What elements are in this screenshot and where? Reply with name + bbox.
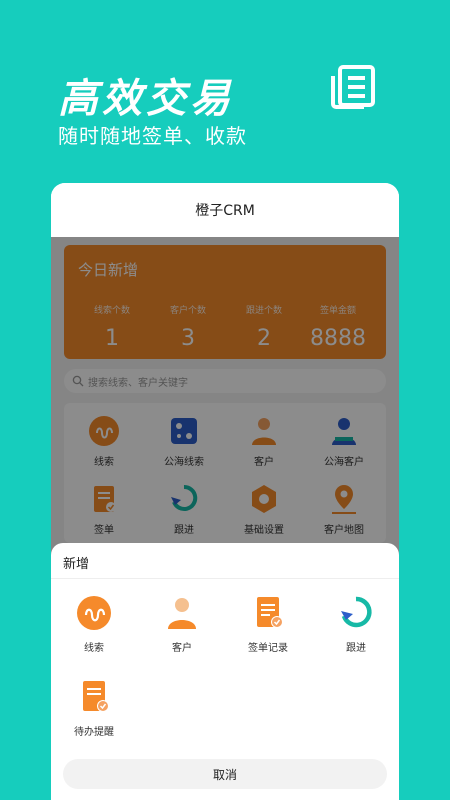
lead-icon: [77, 596, 111, 630]
sheet-item-label: 跟进: [346, 643, 366, 654]
sheet-item-label: 客户: [172, 643, 192, 654]
sheet-item-label: 线索: [84, 643, 104, 654]
sheet-item-label: 签单记录: [248, 643, 288, 654]
cancel-button[interactable]: 取消: [63, 759, 387, 789]
add-follow-up-button[interactable]: 跟进: [321, 595, 391, 654]
add-lead-button[interactable]: 线索: [59, 595, 129, 654]
promo-subtitle: 随时随地签单、收款: [58, 124, 247, 148]
customer-icon: [168, 598, 196, 629]
app-title: 橙子CRM: [51, 183, 399, 237]
add-contract-record-button[interactable]: 签单记录: [233, 595, 303, 654]
add-new-sheet: 新增 线索 客户 签单记录 跟进 待办提醒 取消: [51, 543, 399, 800]
contract-record-icon: [257, 597, 283, 628]
sheet-divider: [51, 578, 399, 579]
sheet-title: 新增: [63, 557, 90, 572]
todo-reminder-icon: [83, 681, 109, 712]
add-customer-button[interactable]: 客户: [147, 595, 217, 654]
sheet-item-label: 待办提醒: [74, 727, 114, 738]
follow-up-icon: [341, 596, 372, 628]
promo-title: 高效交易: [58, 76, 234, 122]
add-todo-reminder-button[interactable]: 待办提醒: [59, 679, 129, 738]
document-list-icon: [331, 65, 375, 109]
